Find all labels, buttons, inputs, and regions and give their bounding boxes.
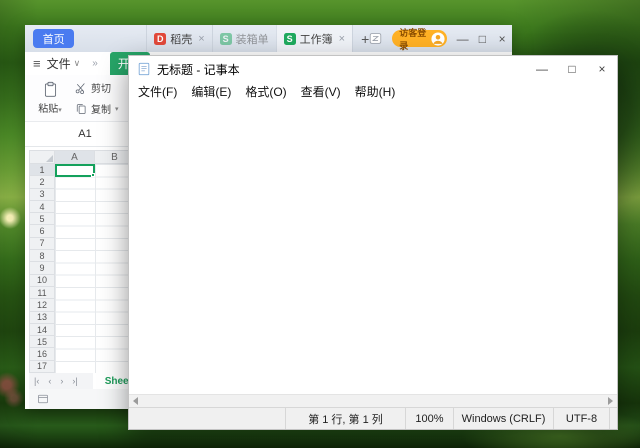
notepad-minimize-button[interactable]: — [527,56,557,82]
row-header-5[interactable]: 5 [30,213,54,225]
tab-home[interactable]: 首页 [33,29,74,48]
tab-docer-label: 稻壳 [170,31,192,47]
row-headers: 1234567891011121314151617 [29,164,55,373]
horizontal-scrollbar[interactable] [129,394,617,407]
prev-sheet-icon[interactable]: ‹ [48,376,51,386]
row-header-14[interactable]: 14 [30,324,54,336]
status-line-ending: Windows (CRLF) [453,408,553,429]
tab-doc1-label: 装箱单 [236,31,269,47]
fill-handle[interactable] [91,173,95,177]
row-header-11[interactable]: 11 [30,287,54,299]
close-tab-icon[interactable]: × [339,33,345,45]
new-tab-button[interactable]: + [361,31,369,47]
row-header-7[interactable]: 7 [30,238,54,250]
notepad-close-button[interactable]: × [587,56,617,82]
chevron-down-icon[interactable]: ∨ [74,52,81,75]
quick-tools-icon[interactable] [37,393,49,405]
scroll-left-icon[interactable] [133,397,138,405]
docer-icon: D [154,33,166,45]
cell-name-box[interactable]: A1 [29,128,141,140]
first-sheet-icon[interactable]: |‹ [34,376,39,386]
avatar [431,32,445,46]
row-header-13[interactable]: 13 [30,312,54,324]
row-header-16[interactable]: 16 [30,348,54,360]
wps-close-button[interactable]: × [492,32,512,46]
close-tab-icon[interactable]: × [198,33,204,45]
cut-label: 剪切 [91,80,111,95]
overflow-icon[interactable]: » [92,52,98,75]
row-header-2[interactable]: 2 [30,176,54,188]
visitor-login-button[interactable]: 访客登录 [392,30,447,47]
status-zoom-level: 100% [405,408,453,429]
active-cell-a1[interactable] [55,164,95,177]
copy-label: 复制 [91,101,111,116]
next-sheet-icon[interactable]: › [60,376,63,386]
desktop-wallpaper: 首页 D 稻壳 × S 装箱单 S 工作簿 × + 访客登录 [0,0,640,448]
tab-doc2[interactable]: S 工作簿 × [277,25,353,52]
notepad-title: 无标题 - 记事本 [157,61,527,78]
notepad-text-area[interactable] [129,101,617,394]
column-header-a[interactable]: A [55,150,95,164]
select-all-corner[interactable] [29,150,55,164]
menu-help[interactable]: 帮助(H) [348,83,403,100]
row-header-12[interactable]: 12 [30,299,54,311]
menu-edit[interactable]: 编辑(E) [184,83,238,100]
row-header-15[interactable]: 15 [30,336,54,348]
wps-tab-bar[interactable]: 首页 D 稻壳 × S 装箱单 S 工作簿 × + 访客登录 [25,25,512,52]
cut-button[interactable]: 剪切 [75,79,119,97]
notepad-maximize-button[interactable]: □ [557,56,587,82]
dropdown-icon: ▾ [115,105,119,113]
status-encoding: UTF-8 [553,408,609,429]
row-header-3[interactable]: 3 [30,189,54,201]
notepad-menu-bar: 文件(F) 编辑(E) 格式(O) 查看(V) 帮助(H) [129,82,617,101]
row-header-4[interactable]: 4 [30,201,54,213]
tab-doc2-label: 工作簿 [300,31,333,47]
status-cursor-position: 第 1 行, 第 1 列 [285,408,405,429]
notepad-window: 无标题 - 记事本 — □ × 文件(F) 编辑(E) 格式(O) 查看(V) … [128,55,618,430]
file-menu[interactable]: 文件 [47,52,71,75]
paste-label: 粘贴 [38,104,58,115]
row-header-1[interactable]: 1 [30,164,54,176]
paste-button[interactable]: 粘贴▾ [33,81,67,115]
copy-icon [75,103,87,115]
notepad-title-bar[interactable]: 无标题 - 记事本 — □ × [129,56,617,82]
scroll-right-icon[interactable] [608,397,613,405]
visitor-login-label: 访客登录 [399,26,428,52]
notepad-status-bar: 第 1 行, 第 1 列 100% Windows (CRLF) UTF-8 [129,407,617,429]
scissors-icon [75,82,87,94]
dropdown-icon: ▾ [58,107,62,114]
clipboard-icon [42,81,59,98]
copy-button[interactable]: 复制 ▾ [75,100,119,118]
tab-docer[interactable]: D 稻壳 × [146,25,212,52]
spreadsheet-icon: S [220,33,232,45]
skin-center-icon[interactable] [369,32,382,45]
row-header-9[interactable]: 9 [30,262,54,274]
menu-format[interactable]: 格式(O) [238,83,293,100]
notepad-icon [137,62,151,76]
row-header-17[interactable]: 17 [30,361,54,373]
menu-view[interactable]: 查看(V) [294,83,348,100]
status-resize-grip [609,408,617,429]
wps-maximize-button[interactable]: □ [473,32,493,46]
menu-file[interactable]: 文件(F) [131,83,184,100]
wps-minimize-button[interactable]: — [453,32,473,46]
row-header-8[interactable]: 8 [30,250,54,262]
last-sheet-icon[interactable]: ›| [72,376,77,386]
hamburger-menu-icon[interactable]: ≡ [33,52,41,75]
tab-doc1[interactable]: S 装箱单 [213,25,277,52]
spreadsheet-icon: S [284,33,296,45]
corner-triangle-icon [46,155,53,162]
row-header-10[interactable]: 10 [30,275,54,287]
row-header-6[interactable]: 6 [30,225,54,237]
